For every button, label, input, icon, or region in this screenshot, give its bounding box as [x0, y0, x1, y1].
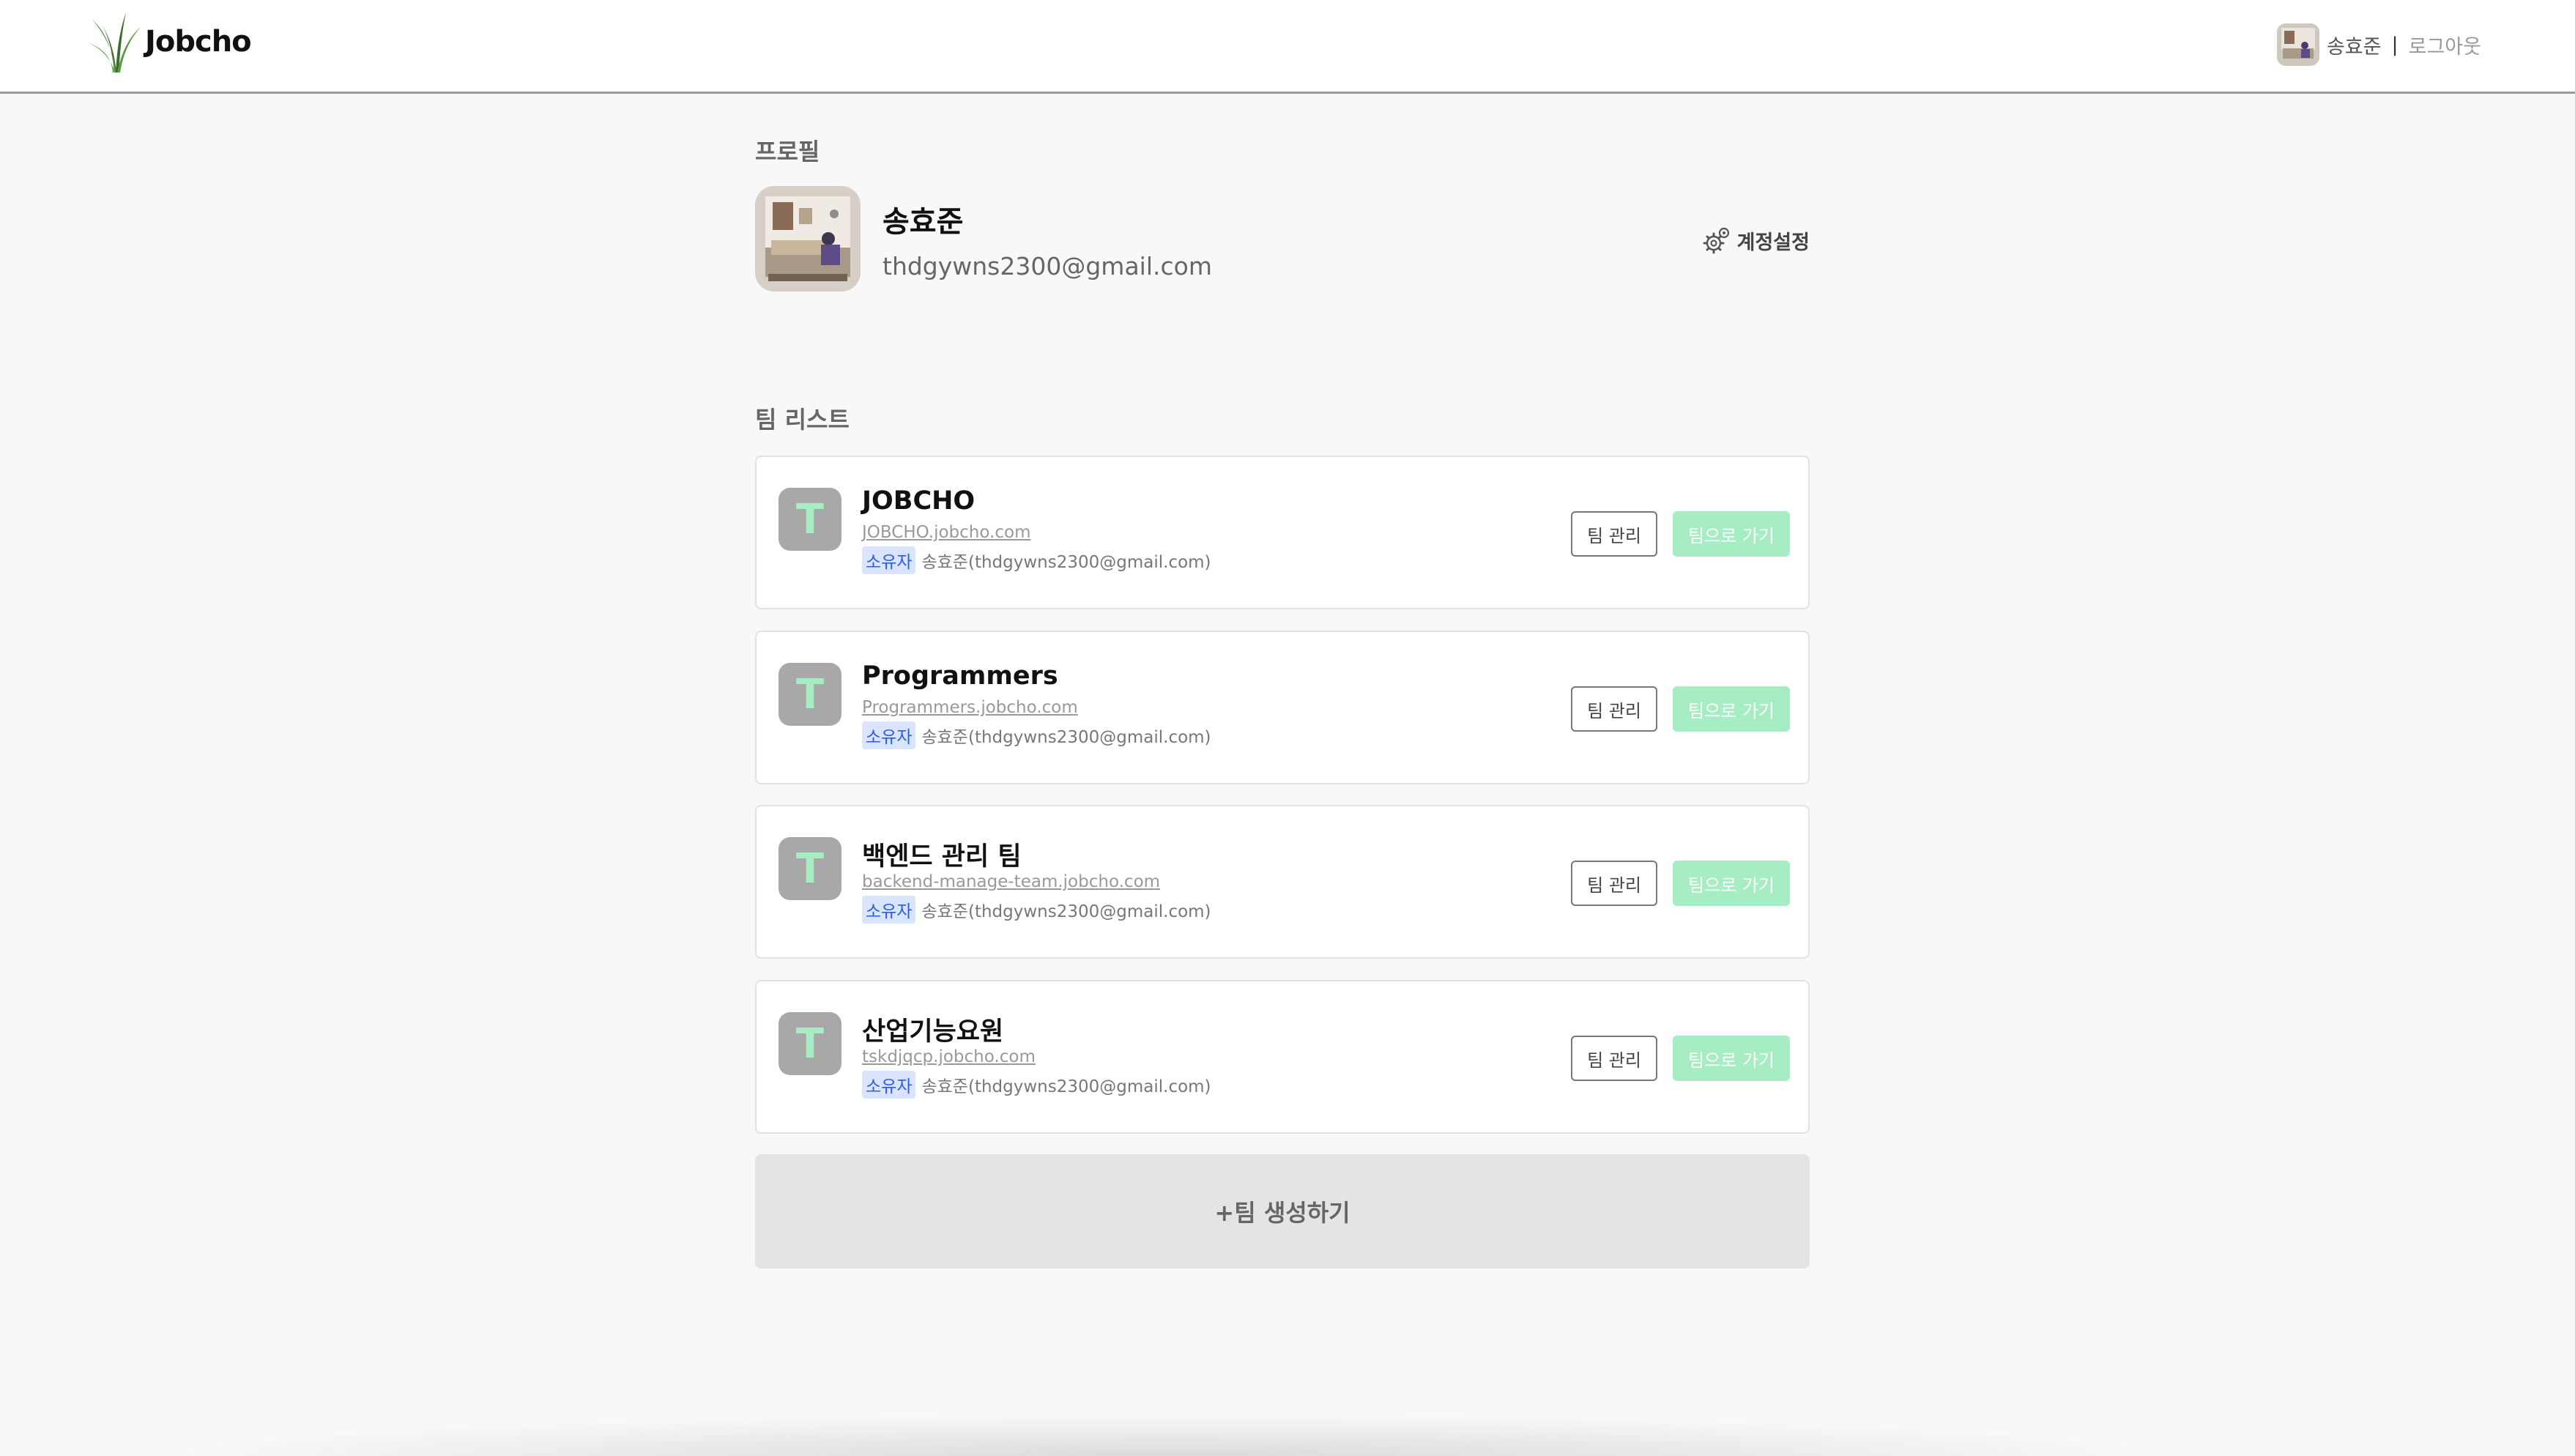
go-to-team-button[interactable]: 팀으로 가기 — [1673, 1036, 1790, 1081]
team-list-title: 팀 리스트 — [755, 406, 850, 434]
top-header: Jobcho 송효준 | 로그아웃 — [0, 0, 2575, 94]
team-avatar: T — [779, 1012, 841, 1075]
account-settings-label: 계정설정 — [1736, 231, 1810, 254]
gear-icon — [1703, 227, 1729, 254]
owner-info: 송효준(thdgywns2300@gmail.com) — [921, 1077, 1211, 1096]
profile-photo-icon — [755, 186, 861, 291]
team-owner-row: 소유자 송효준(thdgywns2300@gmail.com) — [862, 1071, 1211, 1099]
team-card: T 산업기능요원 tskdjqcp.jobcho.com 소유자 송효준(thd… — [755, 980, 1810, 1134]
team-owner-row: 소유자 송효준(thdgywns2300@gmail.com) — [862, 896, 1211, 924]
profile-card: 송효준 thdgywns2300@gmail.com 계정설정 — [755, 186, 1810, 293]
profile-section-title: 프로필 — [755, 138, 820, 166]
go-to-team-button[interactable]: 팀으로 가기 — [1673, 861, 1790, 906]
account-settings-button[interactable]: 계정설정 — [1701, 224, 1810, 256]
team-avatar: T — [779, 488, 841, 551]
team-owner-row: 소유자 송효준(thdgywns2300@gmail.com) — [862, 546, 1211, 574]
bottom-shadow — [146, 1414, 2197, 1456]
team-name: JOBCHO — [862, 486, 976, 516]
owner-info: 송효준(thdgywns2300@gmail.com) — [921, 728, 1211, 747]
go-to-team-button[interactable]: 팀으로 가기 — [1673, 686, 1790, 732]
header-separator: | — [2391, 33, 2398, 56]
team-manage-button[interactable]: 팀 관리 — [1571, 861, 1657, 906]
team-owner-row: 소유자 송효준(thdgywns2300@gmail.com) — [862, 721, 1211, 749]
owner-badge: 소유자 — [862, 721, 916, 749]
team-card: T JOBCHO JOBCHO.jobcho.com 소유자 송효준(thdgy… — [755, 456, 1810, 609]
team-domain-link[interactable]: JOBCHO.jobcho.com — [862, 523, 1030, 542]
team-name: 백엔드 관리 팀 — [862, 842, 1022, 872]
team-name: Programmers — [862, 661, 1058, 691]
team-avatar: T — [779, 663, 841, 726]
user-menu: 송효준 | 로그아웃 — [2276, 22, 2481, 67]
brand-name: Jobcho — [145, 25, 252, 59]
header-user-name[interactable]: 송효준 — [2327, 31, 2382, 59]
logout-link[interactable]: 로그아웃 — [2409, 31, 2481, 59]
team-name: 산업기능요원 — [862, 1017, 1004, 1047]
owner-badge: 소유자 — [862, 896, 916, 924]
team-avatar: T — [779, 837, 841, 900]
team-manage-button[interactable]: 팀 관리 — [1571, 511, 1657, 557]
profile-name: 송효준 — [883, 205, 964, 239]
brand-logo[interactable]: Jobcho — [88, 10, 252, 73]
team-domain-link[interactable]: backend-manage-team.jobcho.com — [862, 872, 1160, 891]
profile-avatar — [755, 186, 861, 291]
grass-logo-icon — [89, 12, 141, 73]
profile-email: thdgywns2300@gmail.com — [883, 252, 1212, 281]
avatar[interactable] — [2276, 23, 2319, 66]
create-team-button[interactable]: +팀 생성하기 — [755, 1154, 1810, 1269]
team-card: T 백엔드 관리 팀 backend-manage-team.jobcho.co… — [755, 805, 1810, 959]
team-domain-link[interactable]: Programmers.jobcho.com — [862, 698, 1078, 717]
owner-info: 송효준(thdgywns2300@gmail.com) — [921, 902, 1211, 921]
owner-info: 송효준(thdgywns2300@gmail.com) — [921, 553, 1211, 572]
team-domain-link[interactable]: tskdjqcp.jobcho.com — [862, 1047, 1036, 1066]
user-photo-icon — [2276, 23, 2319, 66]
owner-badge: 소유자 — [862, 1071, 916, 1099]
owner-badge: 소유자 — [862, 546, 916, 574]
team-manage-button[interactable]: 팀 관리 — [1571, 1036, 1657, 1081]
team-manage-button[interactable]: 팀 관리 — [1571, 686, 1657, 732]
team-card: T Programmers Programmers.jobcho.com 소유자… — [755, 631, 1810, 784]
go-to-team-button[interactable]: 팀으로 가기 — [1673, 511, 1790, 557]
